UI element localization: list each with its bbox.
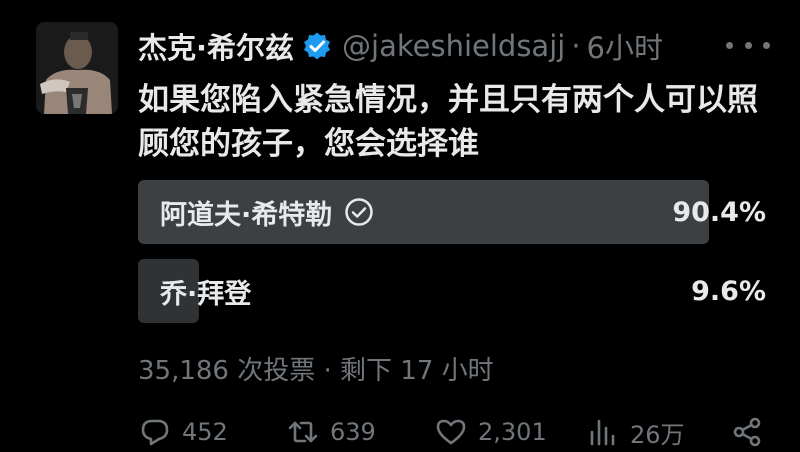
view-count: 26万 [630,420,685,449]
reply-icon [141,419,169,446]
like-count: 2,301 [478,418,547,446]
tweet-actions: 452 639 2,301 26万 [138,412,778,452]
heart-icon [436,419,466,445]
poll-meta: 35,186 次投票 · 剩下 17 小时 [138,356,494,386]
check-circle-icon [344,197,374,227]
poll-option-2-percent: 9.6% [691,275,766,307]
poll-option-1-percent: 90.4% [672,196,766,228]
share-button[interactable] [730,412,774,452]
tweet-header: 杰克·希尔兹 @jakeshieldsajj · 6小时 [138,25,663,67]
reply-button[interactable]: 452 [138,412,228,452]
bar-chart-icon [590,419,615,446]
share-icon [733,417,761,447]
author-name[interactable]: 杰克·希尔兹 [138,25,294,67]
author-handle[interactable]: @jakeshieldsajj [342,29,565,63]
like-button[interactable]: 2,301 [434,412,547,452]
poll-option-1-label: 阿道夫·希特勒 [160,199,333,231]
poll-option-1-label-wrap: 阿道夫·希特勒 [160,180,374,244]
reply-count: 452 [182,418,228,446]
header-separator: · [571,29,581,63]
retweet-count: 639 [330,418,376,446]
views-button[interactable]: 26万 [586,412,685,452]
poll-option-2[interactable]: 乔·拜登 9.6% [138,259,770,323]
retweet-button[interactable]: 639 [286,412,376,452]
author-avatar[interactable] [36,22,118,114]
more-options-icon[interactable] [726,30,770,60]
tweet-timestamp[interactable]: 6小时 [587,25,663,67]
poll-option-2-label-wrap: 乔·拜登 [160,259,251,323]
poll-option-1[interactable]: 阿道夫·希特勒 90.4% [138,180,770,244]
tweet-text: 如果您陷入紧急情况，并且只有两个人可以照顾您的孩子，您会选择谁 [138,82,758,162]
verified-badge-icon [302,31,332,61]
poll-option-2-label: 乔·拜登 [160,278,252,310]
retweet-icon [288,421,318,443]
